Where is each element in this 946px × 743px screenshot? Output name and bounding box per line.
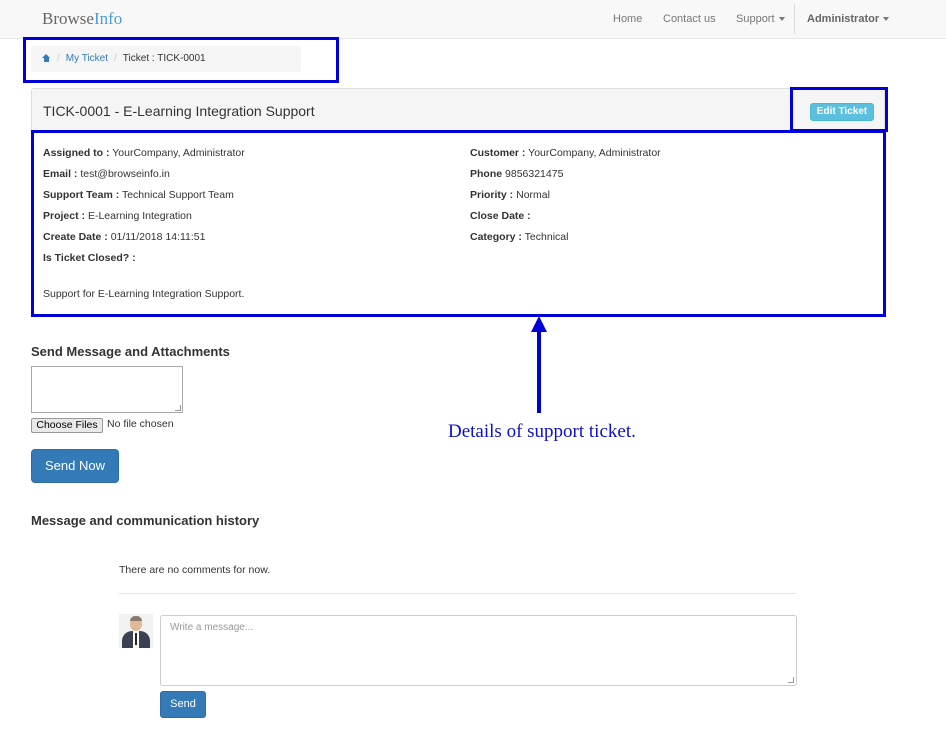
details-highlight-box bbox=[31, 130, 886, 317]
avatar-hair bbox=[130, 616, 142, 621]
nav-divider bbox=[794, 4, 795, 34]
file-status-text: No file chosen bbox=[107, 418, 174, 430]
comment-input-placeholder: Write a message... bbox=[170, 622, 254, 633]
nav-support-label: Support bbox=[736, 13, 775, 25]
resize-grip-icon[interactable] bbox=[788, 677, 794, 683]
brand-logo[interactable]: BrowseInfo bbox=[42, 9, 122, 29]
chevron-down-icon bbox=[778, 17, 785, 22]
edit-button-highlight-box bbox=[790, 87, 888, 132]
nav-support-dropdown[interactable]: Support bbox=[736, 13, 785, 25]
ticket-title: TICK-0001 - E-Learning Integration Suppo… bbox=[43, 103, 315, 119]
message-textarea[interactable] bbox=[31, 366, 183, 413]
top-navbar: BrowseInfo Home Contact us Support Admin… bbox=[0, 0, 946, 39]
history-title: Message and communication history bbox=[31, 513, 260, 528]
nav-user-label: Administrator bbox=[807, 13, 880, 25]
chevron-down-icon bbox=[883, 17, 890, 22]
brand-name-part1: Browse bbox=[42, 9, 94, 28]
resize-grip-icon[interactable] bbox=[175, 405, 181, 411]
send-message-title: Send Message and Attachments bbox=[31, 344, 230, 359]
send-now-button[interactable]: Send Now bbox=[31, 449, 119, 483]
brand-name-part2: Info bbox=[93, 9, 123, 28]
avatar-tie bbox=[135, 633, 137, 645]
annotation-text: Details of support ticket. bbox=[448, 421, 636, 442]
choose-files-button[interactable]: Choose Files bbox=[31, 418, 103, 433]
breadcrumb-highlight-box bbox=[23, 37, 339, 83]
nav-user-dropdown[interactable]: Administrator bbox=[807, 13, 890, 25]
nav-home-link[interactable]: Home bbox=[613, 13, 642, 25]
nav-contact-link[interactable]: Contact us bbox=[663, 13, 716, 25]
comment-input[interactable]: Write a message... bbox=[160, 615, 797, 686]
send-comment-button[interactable]: Send bbox=[160, 691, 206, 718]
avatar bbox=[119, 614, 153, 648]
annotation-arrow-shaft bbox=[537, 330, 541, 413]
no-comments-text: There are no comments for now. bbox=[119, 564, 271, 576]
ticket-panel-heading: TICK-0001 - E-Learning Integration Suppo… bbox=[32, 89, 884, 132]
divider bbox=[119, 593, 797, 594]
